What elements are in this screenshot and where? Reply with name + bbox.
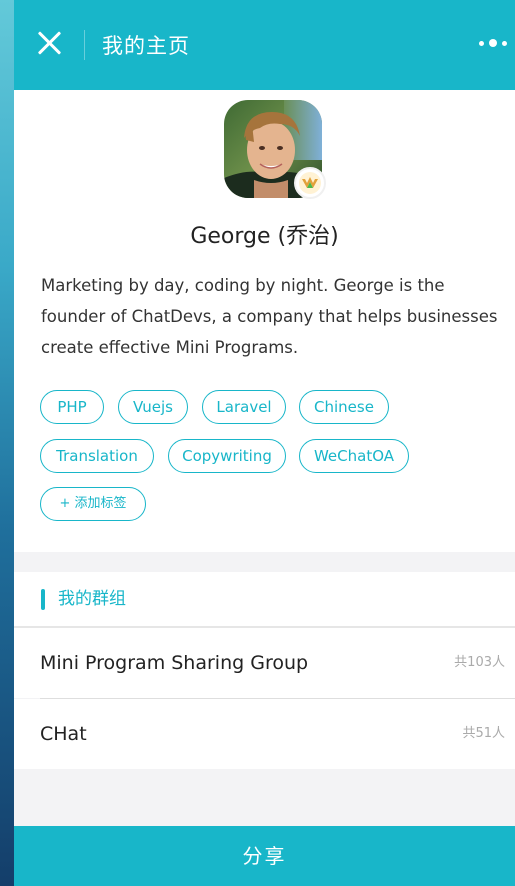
profile-card: George (乔治) Marketing by day, coding by … (14, 90, 515, 552)
profile-bio: Marketing by day, coding by night. Georg… (41, 276, 498, 357)
group-member-count: 共103人 (454, 655, 505, 670)
wechat-badge-icon (294, 167, 326, 199)
page-title: 我的主页 (102, 34, 190, 58)
group-row-chat[interactable]: CHat 共51人 (14, 699, 515, 769)
profile-name: George (乔治) (190, 224, 339, 249)
tag-vuejs[interactable]: Vuejs (118, 390, 188, 424)
tag-php[interactable]: PHP (40, 390, 104, 424)
tag-translation[interactable]: Translation (40, 439, 154, 473)
group-name: Mini Program Sharing Group (40, 652, 309, 674)
groups-section-header: 我的群组 (14, 572, 515, 626)
groups-section-title: 我的群组 (58, 589, 126, 609)
tag-copywriting[interactable]: Copywriting (168, 439, 286, 473)
app-screen: 我的主页 George (乔治) Marketing by day, codin… (14, 0, 515, 886)
group-name: CHat (40, 723, 87, 745)
more-dots-icon[interactable] (479, 36, 507, 50)
tag-chinese[interactable]: Chinese (299, 390, 389, 424)
section-accent-bar (41, 589, 45, 610)
tag-laravel[interactable]: Laravel (202, 390, 286, 424)
add-tag-button[interactable]: + 添加标签 (40, 487, 146, 521)
share-button[interactable]: 分享 (14, 826, 515, 886)
group-row-mini-program-sharing[interactable]: Mini Program Sharing Group 共103人 (14, 628, 515, 698)
group-member-count: 共51人 (462, 726, 505, 741)
header-divider (84, 30, 85, 60)
close-icon[interactable] (36, 30, 62, 56)
tag-wechatoa[interactable]: WeChatOA (299, 439, 409, 473)
nav-bar: 我的主页 (14, 0, 515, 90)
